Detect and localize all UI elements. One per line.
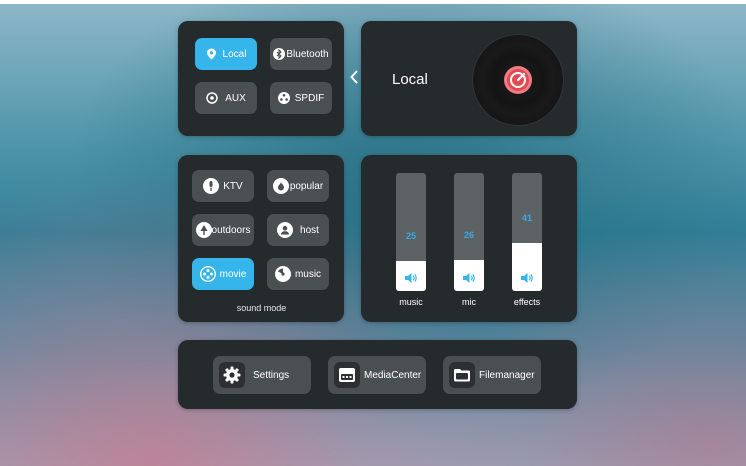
- music-volume-slider[interactable]: 25: [396, 173, 426, 291]
- mode-music-button[interactable]: music: [267, 258, 329, 290]
- mediacenter-app-label: MediaCenter: [364, 369, 422, 381]
- source-spdif-button[interactable]: SPDIF: [270, 82, 332, 114]
- tree-icon: [195, 222, 212, 238]
- mode-host-button[interactable]: host: [267, 214, 329, 246]
- mode-ktv-button[interactable]: KTV: [192, 170, 254, 202]
- volume-panel: 25 music 26 mic 41 effects: [361, 155, 577, 322]
- mode-movie-label: movie: [219, 268, 247, 280]
- music-volume-label: music: [399, 297, 423, 307]
- mode-popular-button[interactable]: popular: [267, 170, 329, 202]
- mode-music-label: music: [294, 268, 322, 280]
- gear-icon: [219, 362, 245, 388]
- spdif-icon: [277, 92, 290, 104]
- record-label: [503, 65, 533, 95]
- settings-app-label: Settings: [253, 369, 290, 381]
- mode-host-label: host: [300, 224, 319, 236]
- mic-volume-value: 26: [463, 230, 474, 240]
- location-pin-icon: [206, 48, 218, 60]
- mode-ktv-label: KTV: [223, 180, 243, 192]
- source-bluetooth-label: Bluetooth: [286, 48, 329, 60]
- sound-mode-title: sound mode: [236, 303, 287, 313]
- mode-outdoors-button[interactable]: outdoors: [192, 214, 254, 246]
- chevron-left-icon[interactable]: [346, 67, 362, 87]
- mode-outdoors-label: outdoors: [211, 224, 251, 236]
- aux-ring-icon: [206, 92, 218, 104]
- film-reel-icon: [199, 266, 216, 282]
- effects-volume-slider[interactable]: 41: [512, 173, 542, 291]
- filemanager-app-button[interactable]: Filemanager: [443, 356, 541, 394]
- vinyl-record-icon: [473, 35, 563, 125]
- effects-volume-label: effects: [513, 297, 541, 307]
- top-frame-edge: [0, 0, 746, 4]
- music-disc-icon: [274, 266, 291, 282]
- flame-icon: [272, 178, 289, 194]
- sound-mode-panel: KTV popular outdoors host movie music so…: [178, 155, 344, 322]
- source-local-button[interactable]: Local: [195, 38, 257, 70]
- filemanager-app-label: Filemanager: [479, 369, 535, 381]
- speaker-icon: [512, 272, 542, 284]
- source-aux-button[interactable]: AUX: [195, 82, 257, 114]
- mediacenter-app-button[interactable]: MediaCenter: [328, 356, 426, 394]
- bluetooth-icon: [273, 48, 286, 60]
- source-bluetooth-button[interactable]: Bluetooth: [270, 38, 332, 70]
- music-volume-value: 25: [405, 231, 416, 241]
- effects-volume-value: 41: [521, 213, 532, 223]
- settings-app-button[interactable]: Settings: [213, 356, 311, 394]
- microphone-icon: [203, 178, 220, 194]
- mode-popular-label: popular: [289, 180, 324, 192]
- mode-movie-button[interactable]: movie: [192, 258, 254, 290]
- source-local-label: Local: [222, 48, 247, 60]
- host-person-icon: [277, 222, 294, 238]
- folder-icon: [449, 362, 475, 388]
- source-spdif-label: SPDIF: [294, 92, 325, 104]
- speaker-icon: [454, 272, 484, 284]
- mic-volume-label: mic: [462, 297, 476, 307]
- current-source-panel: Local: [350, 21, 577, 136]
- media-center-icon: [334, 362, 360, 388]
- source-panel: Local Bluetooth AUX SPDIF: [178, 21, 344, 136]
- mic-volume-slider[interactable]: 26: [454, 173, 484, 291]
- speaker-icon: [396, 272, 426, 284]
- current-source-title: Local: [392, 71, 428, 88]
- app-launcher-panel: Settings MediaCenter Filemanager: [178, 340, 577, 409]
- source-aux-label: AUX: [225, 92, 246, 104]
